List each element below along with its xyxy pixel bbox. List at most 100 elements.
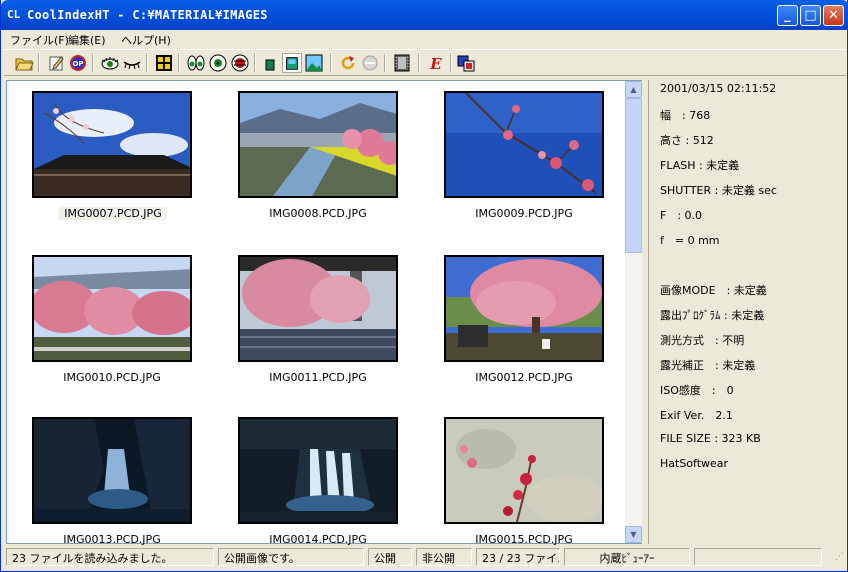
info-width: 幅 : 768 [660,109,711,122]
info-shutter: SHUTTER : 未定義 sec [660,184,777,197]
film-icon[interactable] [392,53,412,73]
menu-help[interactable]: ヘルプ(H) [121,32,171,48]
menu-edit[interactable]: 編集(E) [68,32,106,48]
thumbnail-caption: IMG0009.PCD.JPG [475,207,573,220]
minimize-icon: _ [784,8,791,23]
info-fnumber: F : 0.0 [660,209,703,222]
info-flash: FLASH : 未定義 [660,159,740,172]
eye-closed-icon[interactable] [122,53,142,73]
title-bar[interactable]: CL CoolIndexHT - C:¥MATERIAL¥IMAGES _ □ … [1,0,848,30]
thumbnail-image[interactable] [238,417,398,524]
thumbnail-caption: IMG0013.PCD.JPG [63,533,161,546]
thumbnail-image[interactable] [32,91,192,198]
thumbnail-item[interactable]: IMG0008.PCD.JPG [225,91,405,241]
info-exposure-program: 露出ﾌﾟﾛｸﾞﾗﾑ : 未定義 [660,309,765,322]
thumbnail-image[interactable] [32,417,192,524]
op-icon[interactable]: OP [68,53,88,73]
thumbnail-item[interactable]: IMG0011.PCD.JPG [225,255,405,405]
thumbnail-caption: IMG0008.PCD.JPG [269,207,367,220]
e-icon[interactable]: E [426,53,446,73]
vertical-scrollbar[interactable]: ▲ ▼ [625,81,642,543]
thumbnail-image[interactable] [238,255,398,362]
status-public-image: 公開画像です。 [218,548,364,566]
svg-text:E: E [429,55,442,73]
thumbnail-caption: IMG0011.PCD.JPG [269,371,367,384]
info-height: 高さ : 512 [660,134,714,147]
toolbar-separator [418,54,420,72]
thumbnail-item[interactable]: IMG0010.PCD.JPG [19,255,199,405]
thumbnail-image[interactable] [444,417,604,524]
thumbnail-image[interactable] [444,255,604,362]
status-count: 23 / 23 ファイル [476,548,560,566]
eyes-green-icon[interactable] [186,53,206,73]
toolbar: OP E [4,49,846,76]
thumbnail-caption: IMG0010.PCD.JPG [63,371,161,384]
info-exposure-comp: 露光補正 : 未定義 [660,359,756,372]
scroll-thumb[interactable] [625,98,642,253]
rotate-icon[interactable] [338,53,358,73]
app-icon: CL [7,8,21,21]
close-icon: ✕ [828,8,839,23]
menu-bar: ファイル(F) 編集(E) ヘルプ(H) [4,30,846,49]
info-datetime: 2001/03/15 02:11:52 [660,82,777,95]
info-maker: HatSoftwear [660,457,729,470]
grid-icon[interactable] [154,53,174,73]
scroll-down-button[interactable]: ▼ [625,526,642,543]
medium-image-icon[interactable] [282,53,302,73]
menu-file[interactable]: ファイル(F) [10,32,69,48]
thumbnail-pane[interactable]: IMG0007.PCD.JPG IMG0008.PCD.JPG IMG0009.PC… [6,80,642,546]
status-empty [694,548,822,566]
copy-window-icon[interactable] [456,53,476,73]
status-public: 公開 [368,548,412,566]
status-loaded: 23 ファイルを読み込みました。 [6,548,214,566]
open-folder-icon[interactable] [14,53,34,73]
thumbnail-caption: IMG0007.PCD.JPG [59,207,167,220]
thumbnail-caption: IMG0014.PCD.JPG [269,533,367,546]
toolbar-separator [450,54,452,72]
thumbnail-item[interactable]: IMG0013.PCD.JPG [19,417,199,567]
app-window: CL CoolIndexHT - C:¥MATERIAL¥IMAGES _ □ … [0,0,848,572]
thumbnail-item[interactable]: IMG0012.PCD.JPG [431,255,611,405]
thumbnail-caption: IMG0015.PCD.JPG [475,533,573,546]
thumbnail-image[interactable] [32,255,192,362]
thumbnail-image[interactable] [238,91,398,198]
svg-text:OP: OP [72,60,83,68]
toolbar-separator [38,54,40,72]
stop-icon[interactable] [360,53,380,73]
toolbar-separator [384,54,386,72]
small-image-icon[interactable] [260,53,280,73]
maximize-button[interactable]: □ [800,5,821,26]
toolbar-separator [178,54,180,72]
thumbnail-item[interactable]: IMG0007.PCD.JPG [19,91,199,241]
toolbar-separator [330,54,332,72]
eye-green-icon[interactable] [208,53,228,73]
info-iso: ISO感度 : 0 [660,384,734,397]
status-viewer: 内蔵ﾋﾞｭｰｱｰ [564,548,690,566]
info-image-mode: 画像MODE : 未定義 [660,284,767,297]
info-filesize: FILE SIZE : 323 KB [660,432,761,445]
info-metering: 測光方式 : 不明 [660,334,745,347]
minimize-button[interactable]: _ [777,5,798,26]
status-bar: 23 ファイルを読み込みました。 公開画像です。 公開 非公開 23 / 23 … [4,546,846,568]
window-title: CoolIndexHT - C:¥MATERIAL¥IMAGES [27,8,268,22]
thumbnail-image[interactable] [444,91,604,198]
maximize-icon: □ [804,8,817,23]
thumbnail-item[interactable]: IMG0014.PCD.JPG [225,417,405,567]
large-image-icon[interactable] [304,53,324,73]
info-exif: Exif Ver. 2.1 [660,409,733,422]
thumbnail-item[interactable]: IMG0015.PCD.JPG [431,417,611,567]
thumbnail-item[interactable]: IMG0009.PCD.JPG [431,91,611,241]
toolbar-separator [146,54,148,72]
eye-view-icon[interactable] [100,53,120,73]
resize-grip-icon[interactable]: ⋰ [835,552,844,562]
close-button[interactable]: ✕ [823,5,844,26]
eye-red-icon[interactable] [230,53,250,73]
scroll-up-button[interactable]: ▲ [625,81,642,98]
toolbar-separator [92,54,94,72]
info-focal: f = 0 mm [660,234,720,247]
edit-icon[interactable] [46,53,66,73]
toolbar-separator [254,54,256,72]
info-pane: 2001/03/15 02:11:52 幅 : 768 高さ : 512 FLA… [648,80,846,544]
status-private: 非公開 [416,548,472,566]
thumbnail-caption: IMG0012.PCD.JPG [475,371,573,384]
